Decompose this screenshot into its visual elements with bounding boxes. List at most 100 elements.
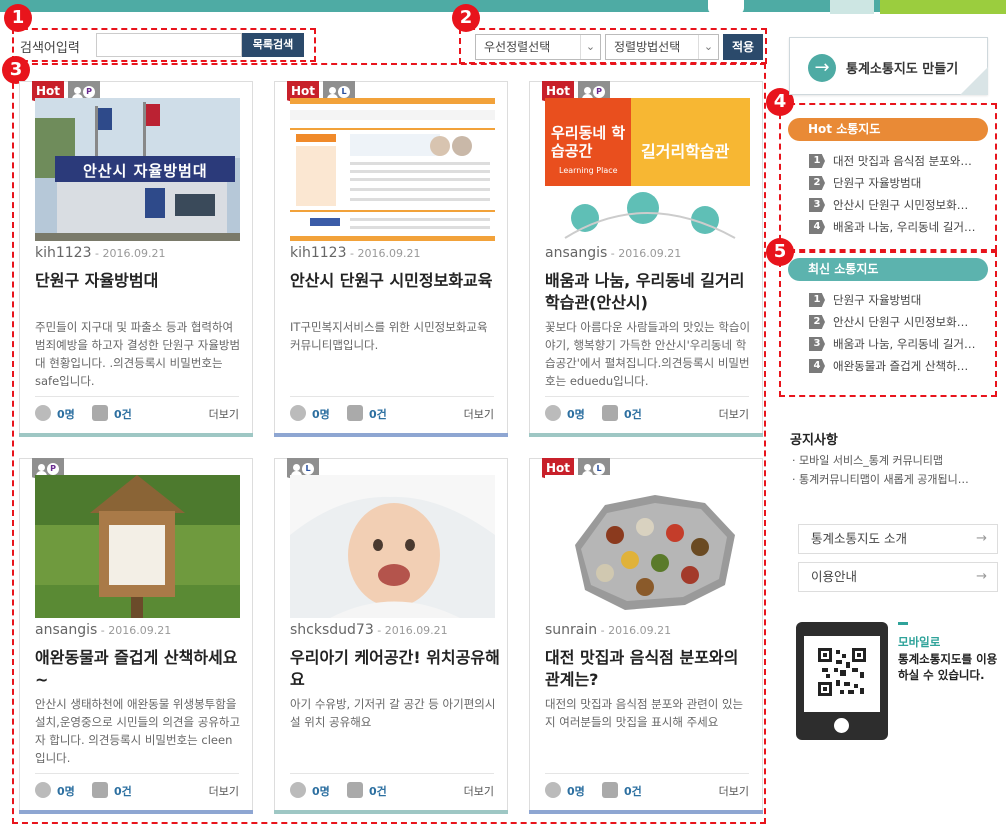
card-bottom-accent	[529, 810, 763, 814]
card-date: - 2016.09.21	[607, 247, 682, 260]
person-icon	[291, 464, 302, 476]
card-date: - 2016.09.21	[373, 624, 448, 637]
recent-maps-header: 최신 소통지도	[788, 258, 988, 281]
hot-map-item[interactable]: 4 배움과 나눔, 우리동네 길거…	[809, 216, 979, 238]
card-author: kih1123	[290, 245, 347, 261]
card-description: IT구민복지서비스를 위한 시민정보화교육 커뮤니티맵입니다.	[290, 320, 488, 352]
card-title[interactable]: 우리아기 케어공간! 위치공유해요	[290, 647, 500, 691]
card-meta: sunrain - 2016.09.21	[545, 622, 671, 638]
rank-number: 1	[809, 293, 825, 307]
participant-count: 0명	[567, 408, 585, 421]
map-card[interactable]: Hot L sunrain - 2016.09.21 대전 맛집과 음식점 분포…	[529, 458, 763, 814]
order-sort-select[interactable]: 정렬방법선택 ⌄	[605, 34, 719, 60]
map-card[interactable]: Hot P 우리동네 학습공간 길거리학습관 Learning Place an…	[529, 81, 763, 437]
rank-number: 2	[809, 315, 825, 329]
arrow-right-icon: →	[976, 531, 987, 546]
mobile-description: 통계소통지도를 이용하실 수 있습니다.	[898, 652, 998, 682]
card-thumbnail[interactable]	[35, 475, 240, 618]
card-author: sunrain	[545, 622, 598, 638]
card-thumbnail[interactable]	[290, 475, 495, 618]
card-title[interactable]: 애완동물과 즐겁게 산책하세요~	[35, 647, 245, 691]
rank-label: 단원구 자율방범대	[833, 293, 922, 307]
usage-guide-link[interactable]: 이용안내 →	[798, 562, 998, 592]
recent-map-item[interactable]: 4 애완동물과 즐겁게 산책하…	[809, 355, 979, 377]
phone-home-button	[834, 718, 849, 733]
card-thumbnail[interactable]	[290, 98, 495, 241]
person-icon	[290, 405, 306, 421]
card-footer: 0명 0건 더보기	[35, 773, 239, 803]
person-icon	[35, 405, 51, 421]
card-thumbnail[interactable]: 우리동네 학습공간 길거리학습관 Learning Place	[545, 98, 750, 241]
map-card[interactable]: L shcksdud73 - 2016.09.21 우리아기 케어공간! 위치공…	[274, 458, 508, 814]
type-letter: P	[83, 86, 95, 98]
mobile-phone-illustration	[796, 622, 888, 740]
more-link[interactable]: 더보기	[719, 783, 749, 799]
person-icon	[72, 87, 83, 99]
participant-count: 0명	[312, 785, 330, 798]
person-icon	[35, 782, 51, 798]
more-link[interactable]: 더보기	[209, 406, 239, 422]
hot-maps-list: 1 대전 맛집과 음식점 분포와… 2 단원구 자율방범대 3 안산시 단원구 시민정…	[809, 150, 979, 238]
apply-button[interactable]: 적용	[723, 34, 763, 60]
map-card[interactable]: Hot L kih1123 - 2016.09.21 안산시 단원구 시민정보화…	[274, 81, 508, 437]
search-input[interactable]	[96, 33, 242, 57]
card-date: - 2016.09.21	[346, 247, 421, 260]
annotation-marker-3: 3	[2, 56, 30, 84]
rank-number: 1	[809, 154, 825, 168]
card-description: 주민들이 지구대 및 파출소 등과 협력하여 범죄예방을 하고자 결성한 단원구…	[35, 320, 241, 388]
rank-label: 단원구 자율방범대	[833, 176, 922, 190]
card-thumbnail[interactable]	[545, 475, 750, 618]
hot-map-item[interactable]: 1 대전 맛집과 음식점 분포와…	[809, 150, 979, 172]
thumbs-up-icon	[92, 405, 108, 421]
card-title[interactable]: 단원구 자율방범대	[35, 270, 245, 292]
rank-number: 3	[809, 337, 825, 351]
map-card[interactable]: P ansangis - 2016.09.21 애완동물과 즐겁게 산책하세요~…	[19, 458, 253, 814]
make-map-button[interactable]: → 통계소통지도 만들기	[789, 37, 988, 95]
thumbs-up-icon	[347, 405, 363, 421]
hot-map-item[interactable]: 3 안산시 단원구 시민정보화…	[809, 194, 979, 216]
notice-item[interactable]: · 통계커뮤니티맵이 새롭게 공개됩니…	[792, 471, 998, 490]
map-intro-link[interactable]: 통계소통지도 소개 →	[798, 524, 998, 554]
person-icon	[582, 464, 593, 476]
rank-label: 안산시 단원구 시민정보화…	[833, 198, 969, 212]
priority-sort-select[interactable]: 우선정렬선택 ⌄	[475, 34, 601, 60]
more-link[interactable]: 더보기	[464, 406, 494, 422]
card-description: 안산시 생태하천에 애완동물 위생봉투함을 설치,운영중으로 시민들의 의견을 …	[35, 697, 241, 765]
card-date: - 2016.09.21	[91, 247, 166, 260]
rank-label: 배움과 나눔, 우리동네 길거…	[833, 337, 976, 351]
recent-map-item[interactable]: 2 안산시 단원구 시민정보화…	[809, 311, 979, 333]
map-card[interactable]: Hot P 안산시 자율방범대 kih1123 - 2016.09.21 단원구…	[19, 81, 253, 437]
type-letter: L	[593, 463, 605, 475]
participant-count: 0명	[312, 408, 330, 421]
like-count: 0건	[114, 408, 132, 421]
arrow-right-icon: →	[808, 54, 836, 82]
more-link[interactable]: 더보기	[719, 406, 749, 422]
mobile-heading: 모바일로	[898, 635, 941, 649]
hot-map-item[interactable]: 2 단원구 자율방범대	[809, 172, 979, 194]
recent-map-item[interactable]: 3 배움과 나눔, 우리동네 길거…	[809, 333, 979, 355]
like-count: 0건	[624, 408, 642, 421]
more-link[interactable]: 더보기	[464, 783, 494, 799]
card-description: 꽃보다 아름다운 사람들과의 맛있는 학습이야기, 행복향기 가득한 안산시'우…	[545, 320, 751, 388]
card-thumbnail[interactable]: 안산시 자율방범대	[35, 98, 240, 241]
annotation-marker-1: 1	[4, 4, 32, 32]
card-title[interactable]: 배움과 나눔, 우리동네 길거리학습관(안산시)	[545, 270, 755, 314]
notice-item[interactable]: · 모바일 서비스_통계 커뮤니티맵	[792, 452, 998, 471]
card-date: - 2016.09.21	[597, 624, 672, 637]
card-title[interactable]: 대전 맛집과 음식점 분포와의 관계는?	[545, 647, 755, 691]
card-author: ansangis	[545, 245, 608, 261]
recent-maps-list: 1 단원구 자율방범대 2 안산시 단원구 시민정보화… 3 배움과 나눔, 우리동네…	[809, 289, 979, 377]
card-meta: kih1123 - 2016.09.21	[290, 245, 420, 261]
person-icon	[327, 87, 338, 99]
phone-screen	[804, 636, 880, 712]
thumbs-up-icon	[92, 782, 108, 798]
card-footer: 0명 0건 더보기	[290, 396, 494, 426]
card-bottom-accent	[274, 433, 508, 437]
more-link[interactable]: 더보기	[209, 783, 239, 799]
card-footer: 0명 0건 더보기	[545, 773, 749, 803]
thumbnail-title-text: 우리동네 학습공간	[551, 124, 626, 160]
rank-label: 배움과 나눔, 우리동네 길거…	[833, 220, 976, 234]
list-search-button[interactable]: 목록검색	[242, 33, 304, 57]
recent-map-item[interactable]: 1 단원구 자율방범대	[809, 289, 979, 311]
card-title[interactable]: 안산시 단원구 시민정보화교육	[290, 270, 500, 292]
